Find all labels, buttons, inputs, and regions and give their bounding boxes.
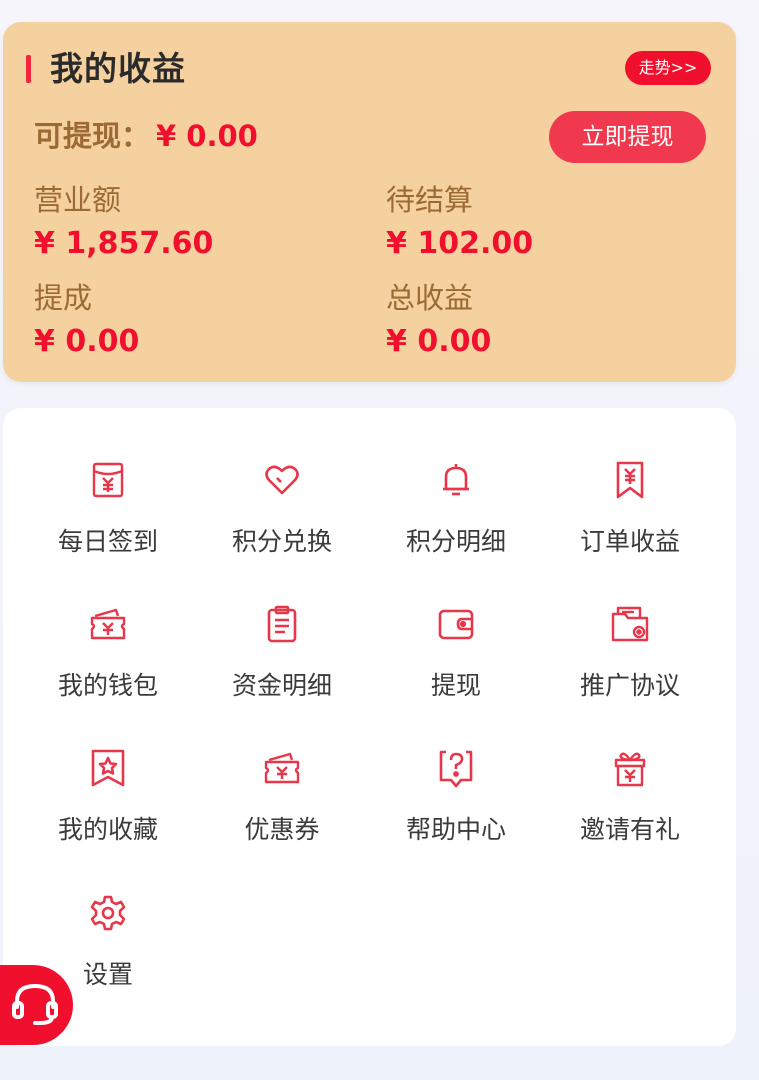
menu-label: 每日签到: [57, 527, 158, 556]
stat-label-pending: 待结算: [386, 183, 474, 217]
menu-label: 积分兑换: [231, 527, 332, 556]
stat-value-revenue: ¥ 1,857.60: [34, 226, 214, 261]
menu-item-points-exchange[interactable]: 积分兑换: [195, 460, 369, 580]
menu-label: 提现: [430, 671, 481, 700]
bell-icon: [436, 460, 476, 500]
help-bubble-icon: [436, 748, 476, 788]
heart-icon: [262, 460, 302, 500]
star-bookmark-icon: [88, 748, 128, 788]
menu-item-fund-detail[interactable]: 资金明细: [195, 604, 369, 724]
earnings-title: 我的收益: [50, 49, 186, 88]
clipboard-icon: [262, 604, 302, 644]
withdrawable-row: 可提现： ¥ 0.00: [34, 114, 258, 158]
menu-item-daily-checkin[interactable]: 每日签到: [21, 460, 195, 580]
stat-value-total: ¥ 0.00: [386, 324, 492, 359]
withdraw-now-button[interactable]: 立即提现: [549, 111, 706, 163]
gift-icon: [610, 748, 650, 788]
menu-item-invite-reward[interactable]: 邀请有礼: [543, 748, 717, 868]
title-accent-bar: [26, 55, 31, 83]
withdrawable-value: ¥ 0.00: [156, 119, 258, 153]
menu-item-my-wallet[interactable]: 我的钱包: [21, 604, 195, 724]
coupon-icon: [262, 748, 302, 788]
menu-label: 我的收藏: [57, 815, 158, 844]
menu-label: 帮助中心: [405, 815, 506, 844]
stat-value-pending: ¥ 102.00: [386, 226, 534, 261]
wallet-icon: [436, 604, 476, 644]
menu-item-withdraw[interactable]: 提现: [369, 604, 543, 724]
stat-label-revenue: 营业额: [34, 183, 122, 217]
menu-item-promotion-agreement[interactable]: 推广协议: [543, 604, 717, 724]
menu-label: 资金明细: [231, 671, 332, 700]
menu-item-help-center[interactable]: 帮助中心: [369, 748, 543, 868]
stat-value-commission: ¥ 0.00: [34, 324, 140, 359]
menu-item-my-favorites[interactable]: 我的收藏: [21, 748, 195, 868]
withdrawable-label: 可提现：: [34, 119, 151, 153]
folder-document-icon: [610, 604, 650, 644]
menu-item-order-earnings[interactable]: 订单收益: [543, 460, 717, 580]
headset-icon: [12, 983, 58, 1025]
menu-label: 我的钱包: [57, 671, 158, 700]
menu-label: 积分明细: [405, 527, 506, 556]
menu-label: 订单收益: [579, 527, 680, 556]
wallet-ticket-icon: [88, 604, 128, 644]
menu-label: 邀请有礼: [579, 815, 680, 844]
gear-icon: [88, 893, 128, 933]
stat-label-commission: 提成: [34, 281, 93, 315]
checkin-envelope-icon: [88, 460, 128, 500]
stat-label-total: 总收益: [386, 281, 474, 315]
menu-item-points-detail[interactable]: 积分明细: [369, 460, 543, 580]
trend-button[interactable]: 走势>>: [625, 51, 711, 85]
menu-label: 优惠券: [244, 815, 320, 844]
menu-item-coupons[interactable]: 优惠券: [195, 748, 369, 868]
yen-ribbon-icon: [610, 460, 650, 500]
menu-label: 推广协议: [579, 671, 680, 700]
